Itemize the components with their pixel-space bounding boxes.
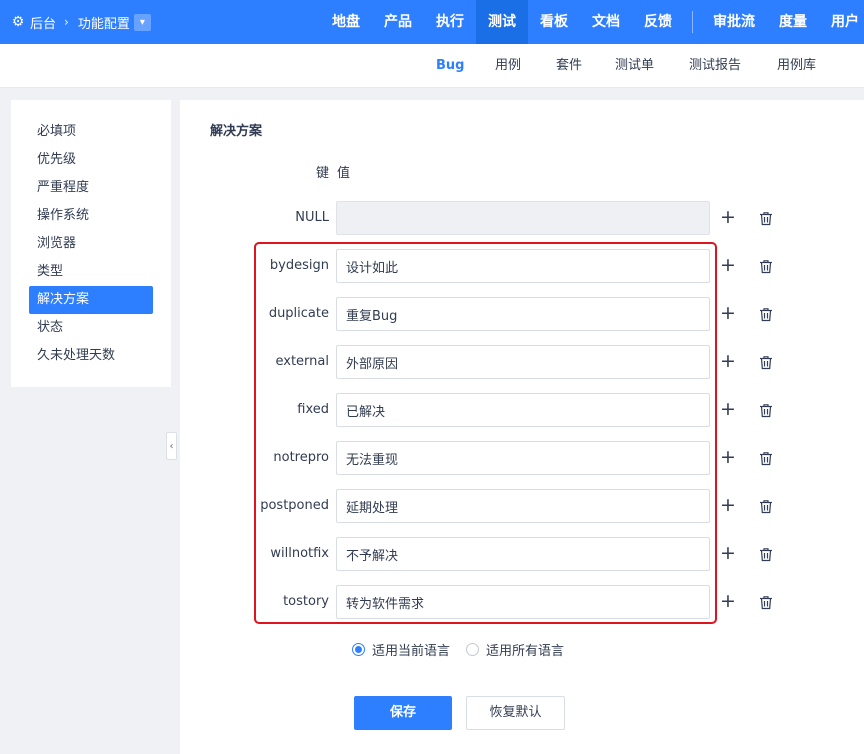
sidebar: 必填项 优先级 严重程度 操作系统 浏览器 类型 解决方案 状态 久未处理天数 — [11, 100, 171, 387]
language-scope-radios: 适用当前语言 适用所有语言 — [352, 640, 580, 659]
breadcrumb-current[interactable]: 功能配置 — [78, 13, 130, 32]
nav-approval[interactable]: 审批流 — [701, 0, 767, 44]
option-value-input — [336, 201, 710, 235]
add-row-icon[interactable]: + — [718, 544, 738, 564]
key-column-header: 键 — [315, 166, 329, 181]
option-value-input[interactable] — [336, 489, 710, 523]
nav-dashboard[interactable]: 地盘 — [320, 0, 372, 44]
sidebar-item[interactable]: 解决方案 — [29, 286, 153, 314]
top-bar: ⚙ 后台 › 功能配置 ▾ 地盘 产品 执行 测试 看板 文档 反馈 审批流 度量 用户 — [0, 0, 864, 44]
add-row-icon[interactable]: + — [718, 304, 738, 324]
nav-user[interactable]: 用户 — [819, 0, 864, 44]
option-value-input[interactable] — [336, 345, 710, 379]
breadcrumb: ⚙ 后台 › 功能配置 ▾ — [0, 0, 151, 44]
sidebar-item[interactable]: 严重程度 — [29, 174, 153, 202]
sidebar-item[interactable]: 类型 — [29, 258, 153, 286]
trash-icon[interactable] — [756, 304, 776, 324]
option-key: tostory — [283, 594, 329, 609]
add-row-icon[interactable]: + — [718, 496, 738, 516]
option-key: duplicate — [268, 306, 329, 321]
option-row: NULL + — [180, 201, 864, 235]
chevron-down-icon[interactable]: ▾ — [133, 13, 151, 31]
option-key: willnotfix — [270, 546, 329, 561]
save-button[interactable]: 保存 — [354, 696, 452, 730]
breadcrumb-root[interactable]: 后台 — [30, 13, 56, 32]
trash-icon[interactable] — [756, 256, 776, 276]
add-row-icon[interactable]: + — [718, 400, 738, 420]
option-row: tostory + — [180, 585, 864, 619]
subnav-tab[interactable]: 套件 — [556, 44, 582, 88]
trash-icon[interactable] — [756, 592, 776, 612]
sidebar-item[interactable]: 浏览器 — [29, 230, 153, 258]
subnav-tab[interactable]: 用例 — [495, 44, 521, 88]
radio-button[interactable] — [352, 643, 365, 656]
chevron-right-icon: › — [64, 15, 69, 29]
section-title: 解决方案 — [210, 124, 263, 139]
chevron-left-icon: ‹ — [169, 440, 174, 452]
add-row-icon[interactable]: + — [718, 352, 738, 372]
sub-nav: Bug 用例 套件 测试单 测试报告 用例库 — [0, 44, 864, 88]
radio-label: 适用当前语言 — [372, 644, 451, 659]
language-scope-radio[interactable]: 适用所有语言 — [466, 640, 564, 659]
trash-icon[interactable] — [756, 544, 776, 564]
option-key: fixed — [297, 402, 329, 417]
option-key: notrepro — [273, 450, 329, 465]
option-row: willnotfix + — [180, 537, 864, 571]
option-row: fixed + — [180, 393, 864, 427]
add-row-icon[interactable]: + — [718, 208, 738, 228]
gear-icon[interactable]: ⚙ — [11, 15, 25, 29]
nav-divider — [692, 11, 693, 33]
sidebar-item[interactable]: 状态 — [29, 314, 153, 342]
nav-metrics[interactable]: 度量 — [767, 0, 819, 44]
add-row-icon[interactable]: + — [718, 448, 738, 468]
subnav-tab[interactable]: 用例库 — [777, 44, 816, 88]
language-scope-radio[interactable]: 适用当前语言 — [352, 640, 450, 659]
option-key: postponed — [260, 498, 329, 513]
sidebar-item[interactable]: 久未处理天数 — [29, 342, 153, 370]
option-row: external + — [180, 345, 864, 379]
subnav-tab[interactable]: 测试报告 — [689, 44, 741, 88]
trash-icon[interactable] — [756, 448, 776, 468]
nav-feedback[interactable]: 反馈 — [632, 0, 684, 44]
trash-icon[interactable] — [756, 352, 776, 372]
trash-icon[interactable] — [756, 496, 776, 516]
subnav-tab[interactable]: Bug — [436, 44, 464, 88]
option-value-input[interactable] — [336, 297, 710, 331]
option-key: external — [275, 354, 330, 369]
main-panel: 解决方案 键 值 NULL+bydesign+duplicate+externa… — [180, 100, 864, 754]
nav-execution[interactable]: 执行 — [424, 0, 476, 44]
option-row: notrepro + — [180, 441, 864, 475]
reset-default-button[interactable]: 恢复默认 — [466, 696, 565, 730]
trash-icon[interactable] — [756, 208, 776, 228]
option-key: NULL — [295, 210, 329, 225]
nav-kanban[interactable]: 看板 — [528, 0, 580, 44]
main-nav: 地盘 产品 执行 测试 看板 文档 反馈 审批流 度量 用户 — [320, 0, 864, 44]
option-key: bydesign — [269, 258, 329, 273]
subnav-tab[interactable]: 测试单 — [615, 44, 654, 88]
option-row: bydesign + — [180, 249, 864, 283]
sidebar-item[interactable]: 必填项 — [29, 118, 153, 146]
add-row-icon[interactable]: + — [718, 256, 738, 276]
option-value-input[interactable] — [336, 585, 710, 619]
sidebar-item[interactable]: 优先级 — [29, 146, 153, 174]
option-value-input[interactable] — [336, 441, 710, 475]
radio-button[interactable] — [466, 643, 480, 656]
option-value-input[interactable] — [336, 537, 710, 571]
nav-product[interactable]: 产品 — [372, 0, 424, 44]
option-row: postponed + — [180, 489, 864, 523]
nav-qa[interactable]: 测试 — [476, 0, 528, 44]
trash-icon[interactable] — [756, 400, 776, 420]
add-row-icon[interactable]: + — [718, 592, 738, 612]
collapse-sidebar-button[interactable]: ‹ — [166, 432, 177, 460]
radio-label: 适用所有语言 — [486, 644, 565, 659]
nav-doc[interactable]: 文档 — [580, 0, 632, 44]
option-value-input[interactable] — [336, 249, 710, 283]
value-column-header: 值 — [337, 166, 351, 181]
option-row: duplicate + — [180, 297, 864, 331]
option-value-input[interactable] — [336, 393, 710, 427]
sidebar-item[interactable]: 操作系统 — [29, 202, 153, 230]
